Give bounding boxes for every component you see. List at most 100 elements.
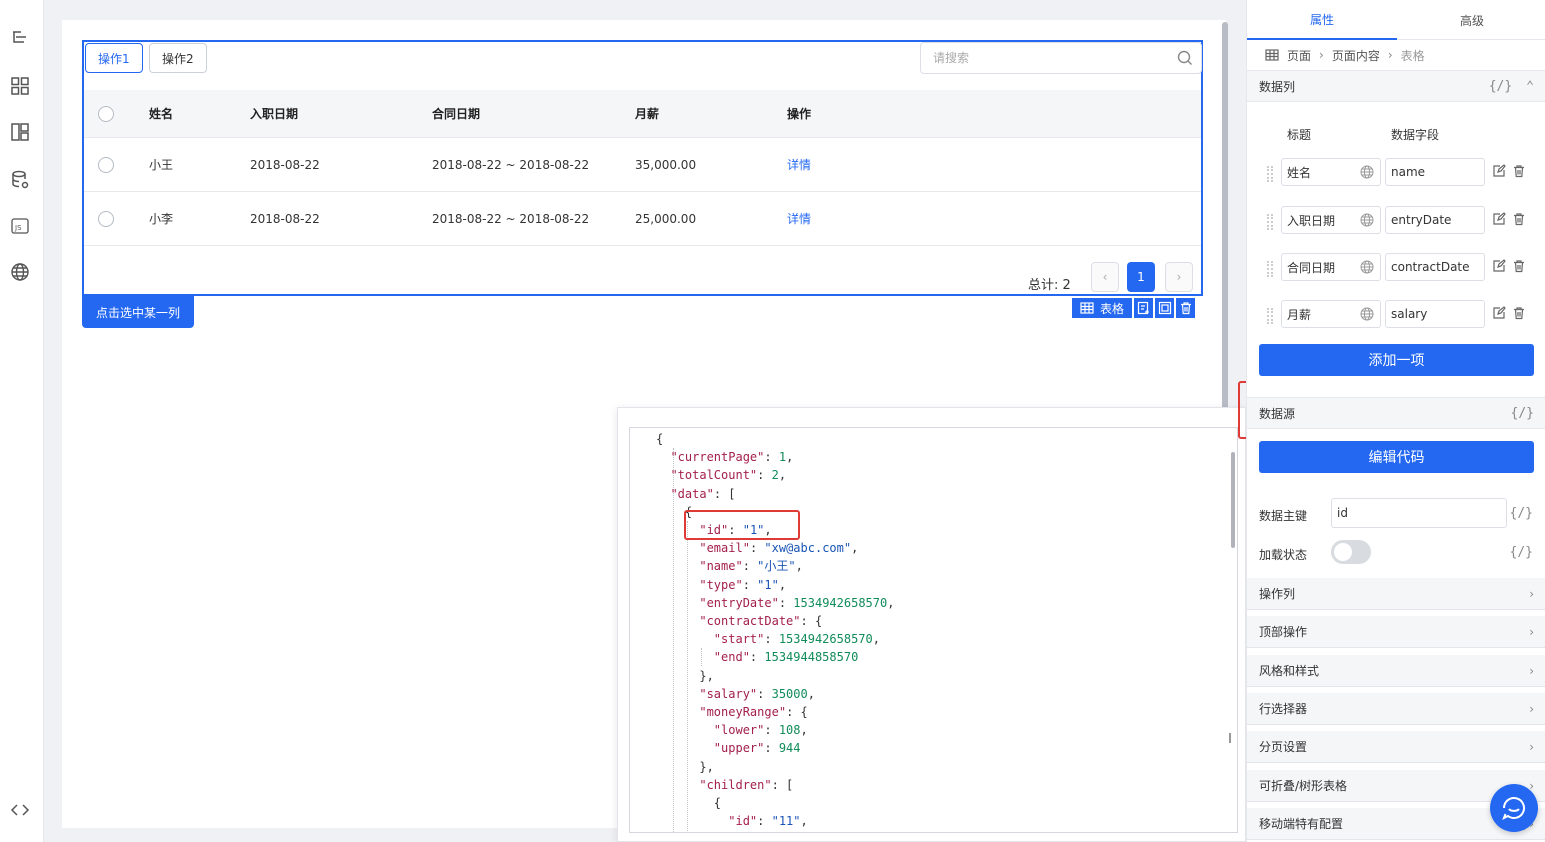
column-field-input[interactable]: salary <box>1385 300 1485 328</box>
components-grid-icon[interactable] <box>10 76 30 96</box>
code-line: "email": "xw@abc.com", <box>699 541 859 556</box>
add-item-button[interactable]: 添加一项 <box>1259 344 1534 376</box>
edit-icon[interactable] <box>1492 259 1506 273</box>
chevron-right-icon: › <box>1529 624 1534 639</box>
breadcrumb-item[interactable]: 页面内容 <box>1332 47 1380 64</box>
edit-icon[interactable] <box>1492 212 1506 226</box>
column-field-input[interactable]: contractDate <box>1385 253 1485 281</box>
loading-label: 加载状态 <box>1259 548 1308 562</box>
collapse-section[interactable]: 操作列 › <box>1247 578 1545 610</box>
code-line: "contractDate": { <box>699 614 823 629</box>
trash-icon[interactable] <box>1512 306 1526 320</box>
code-line: }, <box>656 759 714 774</box>
select-column-button[interactable]: 点击选中某一列 <box>82 296 194 328</box>
column-config-row: 合同日期 contractDate <box>1259 253 1539 285</box>
canvas-scrollbar[interactable] <box>1222 22 1228 412</box>
section-title: 数据列 <box>1259 79 1296 94</box>
table-row[interactable]: 小王 2018-08-22 2018-08-22 ~ 2018-08-22 35… <box>84 138 1201 192</box>
page-1-button[interactable]: 1 <box>1127 262 1155 292</box>
col-header-name[interactable]: 姓名 <box>149 90 173 137</box>
code-editor[interactable]: { "currentPage": 1, "totalCount": 2, "da… <box>629 427 1238 833</box>
js-code-icon[interactable]: JS <box>10 216 30 236</box>
select-all-checkbox[interactable] <box>98 105 114 122</box>
code-line: "entryDate": 1534942658570, <box>699 595 895 610</box>
primary-key-label: 数据主键 <box>1259 509 1308 523</box>
trash-icon[interactable] <box>1512 212 1526 226</box>
section-data-source[interactable]: 数据源 {/} <box>1247 397 1545 429</box>
database-icon[interactable] <box>10 170 30 190</box>
detail-link[interactable]: 详情 <box>787 192 811 245</box>
detail-link[interactable]: 详情 <box>787 138 811 191</box>
code-line: }, <box>656 668 714 683</box>
code-editor-popup: { "currentPage": 1, "totalCount": 2, "da… <box>617 407 1246 842</box>
column-title-input[interactable]: 入职日期 <box>1281 206 1381 234</box>
cell-contract: 2018-08-22 ~ 2018-08-22 <box>432 157 590 172</box>
prev-page-button[interactable]: ‹ <box>1091 262 1119 292</box>
search-icon[interactable] <box>1177 50 1193 66</box>
help-chat-button[interactable] <box>1490 784 1538 832</box>
row-checkbox[interactable] <box>98 156 114 173</box>
outline-tree-icon[interactable] <box>10 28 30 48</box>
breadcrumb: 页面 › 页面内容 › 表格 <box>1265 46 1425 64</box>
collapse-section[interactable]: 行选择器 › <box>1247 693 1545 725</box>
column-config-row: 姓名 name <box>1259 158 1539 190</box>
collapse-section[interactable]: 风格和样式 › <box>1247 655 1545 687</box>
tab-advanced[interactable]: 高级 <box>1397 0 1545 40</box>
column-title-input[interactable]: 月薪 <box>1281 300 1381 328</box>
collapse-section[interactable]: 顶部操作 › <box>1247 616 1545 648</box>
table-component[interactable]: 操作1 操作2 姓名 入职日期 合同日期 月薪 操作 小王 2018-08-22… <box>82 40 1203 296</box>
search-input[interactable] <box>921 43 1161 73</box>
drag-handle-icon[interactable] <box>1267 308 1273 324</box>
chevron-up-icon[interactable]: ⌃ <box>1526 79 1534 94</box>
next-page-button[interactable]: › <box>1165 262 1193 292</box>
row-checkbox[interactable] <box>98 210 114 227</box>
chevron-right-icon: › <box>1529 739 1534 754</box>
drag-handle-icon[interactable] <box>1267 166 1273 182</box>
col-header-action[interactable]: 操作 <box>787 90 811 137</box>
copy-button[interactable] <box>1155 298 1175 318</box>
collapse-section[interactable]: 分页设置 › <box>1247 731 1545 763</box>
layout-icon[interactable] <box>10 122 30 142</box>
code-line: "lower": 108, <box>713 723 808 738</box>
column-field-input[interactable]: name <box>1385 158 1485 186</box>
formula-icon[interactable]: {/} <box>1511 406 1534 421</box>
breadcrumb-item[interactable]: 页面 <box>1287 47 1311 64</box>
section-title: 数据源 <box>1259 406 1296 421</box>
edit-code-button[interactable]: 编辑代码 <box>1259 441 1534 473</box>
column-title-input[interactable]: 姓名 <box>1281 158 1381 186</box>
code-line: "name": "小王", <box>699 559 803 574</box>
globe-icon[interactable] <box>1360 260 1374 274</box>
column-field-input[interactable]: entryDate <box>1385 206 1485 234</box>
op2-button[interactable]: 操作2 <box>149 43 207 73</box>
edit-icon[interactable] <box>1492 164 1506 178</box>
delete-button[interactable] <box>1176 298 1196 318</box>
col-header-salary[interactable]: 月薪 <box>635 90 659 137</box>
trash-icon[interactable] <box>1512 164 1526 178</box>
drag-handle-icon[interactable] <box>1267 261 1273 277</box>
section-data-columns[interactable]: 数据列 {/} ⌃ <box>1247 70 1545 102</box>
globe-icon[interactable] <box>1360 307 1374 321</box>
primary-key-input[interactable]: id <box>1331 498 1507 528</box>
col-header-contract[interactable]: 合同日期 <box>432 90 480 137</box>
section-title: 分页设置 <box>1259 740 1308 754</box>
trash-icon[interactable] <box>1512 259 1526 273</box>
formula-icon[interactable]: {/} <box>1489 79 1512 94</box>
loading-toggle[interactable] <box>1331 540 1371 564</box>
column-title-input[interactable]: 合同日期 <box>1281 253 1381 281</box>
globe-icon[interactable] <box>10 262 30 282</box>
code-view-icon[interactable] <box>10 800 30 820</box>
drag-handle-icon[interactable] <box>1267 214 1273 230</box>
formula-icon[interactable]: {/} <box>1510 545 1533 560</box>
globe-icon[interactable] <box>1360 213 1374 227</box>
formula-icon[interactable]: {/} <box>1510 506 1533 521</box>
code-scrollbar[interactable] <box>1231 452 1235 548</box>
tab-properties[interactable]: 属性 <box>1247 0 1397 40</box>
insert-button[interactable] <box>1134 298 1154 318</box>
col-header-entry[interactable]: 入职日期 <box>250 90 298 137</box>
table-row[interactable]: 小李 2018-08-22 2018-08-22 ~ 2018-08-22 25… <box>84 192 1201 246</box>
edit-icon[interactable] <box>1492 306 1506 320</box>
component-tag[interactable]: 表格 <box>1072 298 1133 318</box>
op1-button[interactable]: 操作1 <box>85 43 143 73</box>
globe-icon[interactable] <box>1360 165 1374 179</box>
code-line: "upper": 944 <box>713 741 801 756</box>
